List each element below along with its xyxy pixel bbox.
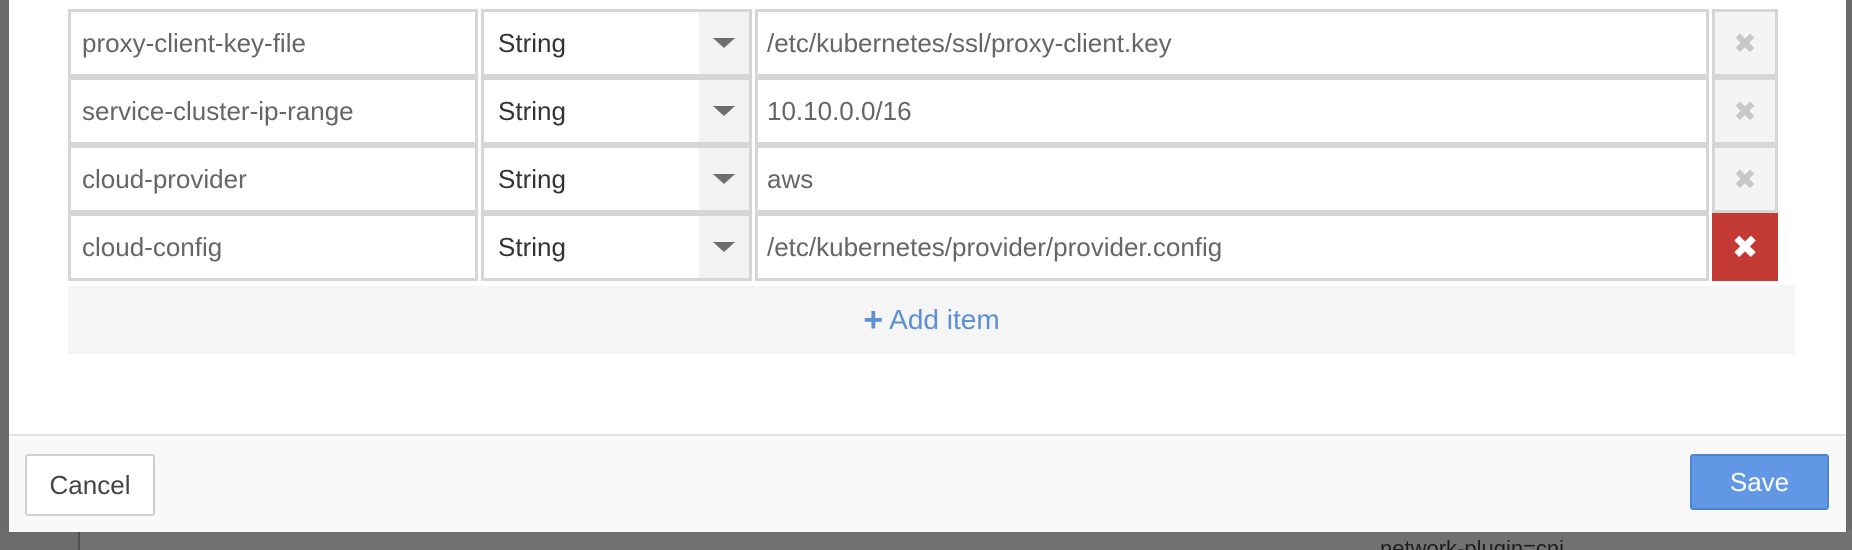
- type-select[interactable]: String: [481, 213, 752, 281]
- key-input[interactable]: proxy-client-key-file: [68, 9, 478, 77]
- overlay-edge-right: [1846, 0, 1852, 530]
- value-input[interactable]: 10.10.0.0/16: [755, 77, 1709, 145]
- background-panel: [78, 530, 1852, 550]
- close-icon: ✖: [1733, 27, 1757, 59]
- remove-row-button[interactable]: ✖: [1712, 9, 1778, 77]
- modal-footer: Cancel Save: [9, 434, 1846, 532]
- key-input[interactable]: cloud-config: [68, 213, 478, 281]
- type-select-value: String: [498, 27, 566, 58]
- value-input[interactable]: /etc/kubernetes/ssl/proxy-client.key: [755, 9, 1709, 77]
- table-row: service-cluster-ip-range String 10.10.0.…: [68, 77, 1795, 145]
- type-select-value: String: [498, 163, 566, 194]
- table-row: cloud-provider String aws ✖: [68, 145, 1795, 213]
- value-input[interactable]: /etc/kubernetes/provider/provider.config: [755, 213, 1709, 281]
- modal-body: proxy-client-key-file String /etc/kubern…: [9, 0, 1846, 434]
- close-icon: ✖: [1731, 229, 1759, 265]
- caret-down-icon: [713, 174, 735, 184]
- key-input[interactable]: service-cluster-ip-range: [68, 77, 478, 145]
- remove-row-button[interactable]: ✖: [1712, 77, 1778, 145]
- caret-down-icon: [713, 242, 735, 252]
- overlay-edge-left: [0, 0, 9, 530]
- type-select[interactable]: String: [481, 77, 752, 145]
- save-button[interactable]: Save: [1690, 454, 1829, 510]
- type-select-value: String: [498, 231, 566, 262]
- type-select[interactable]: String: [481, 9, 752, 77]
- background-partial-text: network-plugin=cni: [1380, 536, 1565, 550]
- close-icon: ✖: [1733, 95, 1757, 127]
- plus-icon: +: [863, 301, 884, 339]
- type-select-toggle[interactable]: [699, 80, 749, 142]
- value-input[interactable]: aws: [755, 145, 1709, 213]
- cancel-button[interactable]: Cancel: [25, 454, 155, 516]
- type-select[interactable]: String: [481, 145, 752, 213]
- type-select-toggle[interactable]: [699, 12, 749, 74]
- edit-options-modal: proxy-client-key-file String /etc/kubern…: [9, 0, 1846, 532]
- caret-down-icon: [713, 38, 735, 48]
- type-select-value: String: [498, 95, 566, 126]
- add-item-label: Add item: [889, 304, 1000, 335]
- caret-down-icon: [713, 106, 735, 116]
- remove-row-button[interactable]: ✖: [1712, 145, 1778, 213]
- table-row: cloud-config String /etc/kubernetes/prov…: [68, 213, 1795, 281]
- key-input[interactable]: cloud-provider: [68, 145, 478, 213]
- add-item-button[interactable]: + Add item: [68, 286, 1795, 354]
- remove-row-button[interactable]: ✖: [1712, 213, 1778, 281]
- close-icon: ✖: [1733, 163, 1757, 195]
- table-row: proxy-client-key-file String /etc/kubern…: [68, 9, 1795, 77]
- type-select-toggle[interactable]: [699, 148, 749, 210]
- type-select-toggle[interactable]: [699, 216, 749, 278]
